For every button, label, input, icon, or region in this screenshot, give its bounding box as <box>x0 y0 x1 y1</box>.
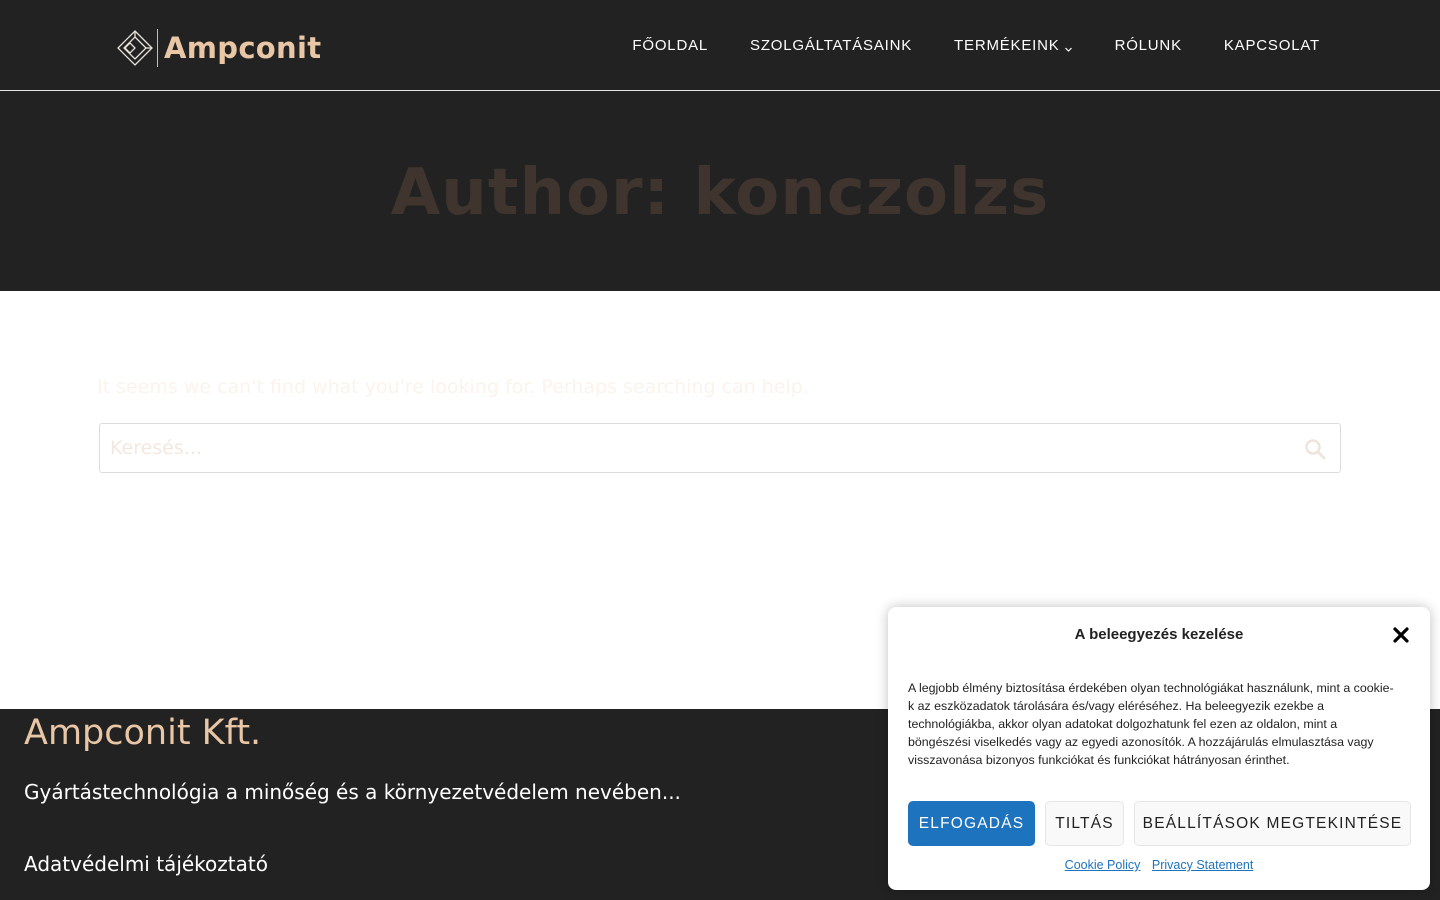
main-nav: FŐOLDAL SZOLGÁLTATÁSAINK TERMÉKEINK RÓLU… <box>590 0 1320 90</box>
page-title: Author: konczolzs <box>390 156 1050 230</box>
footer-title: Ampconit Kft. <box>24 713 262 753</box>
no-results-message: It seems we can't find what you're looki… <box>97 376 809 398</box>
nav-item-rolunk[interactable]: RÓLUNK <box>1115 37 1182 54</box>
logo-diamond-icon <box>117 28 153 68</box>
footer-tagline: Gyártástechnológia a minőség és a környe… <box>24 780 681 804</box>
consent-title: A beleegyezés kezelése <box>1074 626 1244 643</box>
close-icon[interactable] <box>1392 626 1410 644</box>
chevron-down-icon <box>1064 41 1073 52</box>
accept-button[interactable]: ELFOGADÁS <box>908 801 1035 846</box>
cookie-consent-dialog: A beleegyezés kezelése A legjobb élmény … <box>888 607 1430 890</box>
search-form <box>99 423 1341 473</box>
privacy-policy-link[interactable]: Adatvédelmi tájékoztató <box>24 851 268 877</box>
site-header: Ampconit FŐOLDAL SZOLGÁLTATÁSAINK TERMÉK… <box>0 0 1440 91</box>
view-preferences-button[interactable]: BEÁLLÍTÁSOK MEGTEKINTÉSE <box>1134 801 1411 846</box>
search-icon[interactable] <box>1304 438 1326 460</box>
nav-item-szolgaltatasaink[interactable]: SZOLGÁLTATÁSAINK <box>750 37 912 54</box>
privacy-statement-link[interactable]: Privacy Statement <box>1152 858 1253 872</box>
consent-buttons: ELFOGADÁS TILTÁS BEÁLLÍTÁSOK MEGTEKINTÉS… <box>908 801 1411 846</box>
consent-links: Cookie Policy Privacy Statement <box>888 857 1430 873</box>
nav-item-kapcsolat[interactable]: KAPCSOLAT <box>1224 37 1320 54</box>
archive-hero: Author: konczolzs <box>0 91 1440 291</box>
search-input[interactable] <box>110 424 1290 472</box>
cookie-policy-link[interactable]: Cookie Policy <box>1065 858 1141 872</box>
logo-divider <box>157 29 158 67</box>
nav-item-termekeink[interactable]: TERMÉKEINK <box>954 37 1073 54</box>
deny-button[interactable]: TILTÁS <box>1045 801 1124 846</box>
site-logo[interactable]: Ampconit <box>117 28 321 68</box>
nav-item-termekeink-label: TERMÉKEINK <box>954 36 1060 54</box>
nav-item-fooldal[interactable]: FŐOLDAL <box>632 37 708 54</box>
consent-message: A legjobb élmény biztosítása érdekében o… <box>908 681 1394 767</box>
logo-text: Ampconit <box>164 31 322 65</box>
